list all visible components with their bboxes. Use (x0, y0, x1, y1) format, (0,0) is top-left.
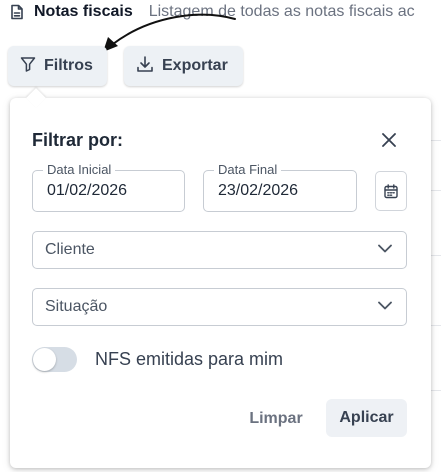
calendar-icon (384, 183, 398, 198)
filters-button-label: Filtros (44, 57, 93, 74)
export-button[interactable]: Exportar (124, 46, 243, 86)
calendar-button[interactable] (375, 171, 407, 211)
chevron-down-icon (378, 244, 392, 253)
toggle-row: NFS emitidas para mim (32, 346, 283, 372)
toggle-knob (33, 347, 56, 371)
apply-button[interactable]: Aplicar (326, 399, 407, 437)
download-icon (136, 55, 154, 78)
nfs-for-me-toggle[interactable] (32, 346, 77, 372)
start-date-label: Data Inicial (43, 163, 116, 177)
end-date-label: Data Final (214, 163, 282, 177)
close-button[interactable] (380, 131, 398, 149)
status-select-placeholder: Situação (45, 298, 108, 315)
client-select[interactable]: Cliente (32, 231, 407, 269)
end-date-value: 23/02/2026 (218, 182, 299, 199)
start-date-value: 01/02/2026 (47, 182, 128, 199)
filters-button[interactable]: Filtros (8, 46, 107, 86)
start-date-field[interactable]: Data Inicial 01/02/2026 (32, 163, 185, 212)
close-icon (382, 133, 396, 147)
nfs-for-me-label: NFS emitidas para mim (95, 348, 284, 369)
filter-icon (20, 56, 36, 77)
client-select-placeholder: Cliente (45, 241, 95, 258)
end-date-field[interactable]: Data Final 23/02/2026 (203, 163, 357, 212)
export-button-label: Exportar (162, 57, 228, 74)
filter-panel-title: Filtrar por: (32, 130, 124, 150)
clear-button[interactable]: Limpar (238, 400, 314, 438)
chevron-down-icon (378, 301, 392, 310)
document-icon (10, 4, 24, 20)
status-select[interactable]: Situação (32, 288, 407, 326)
filter-popover: Filtrar por: Data Inicial 01/02/2026 Dat… (10, 88, 431, 468)
